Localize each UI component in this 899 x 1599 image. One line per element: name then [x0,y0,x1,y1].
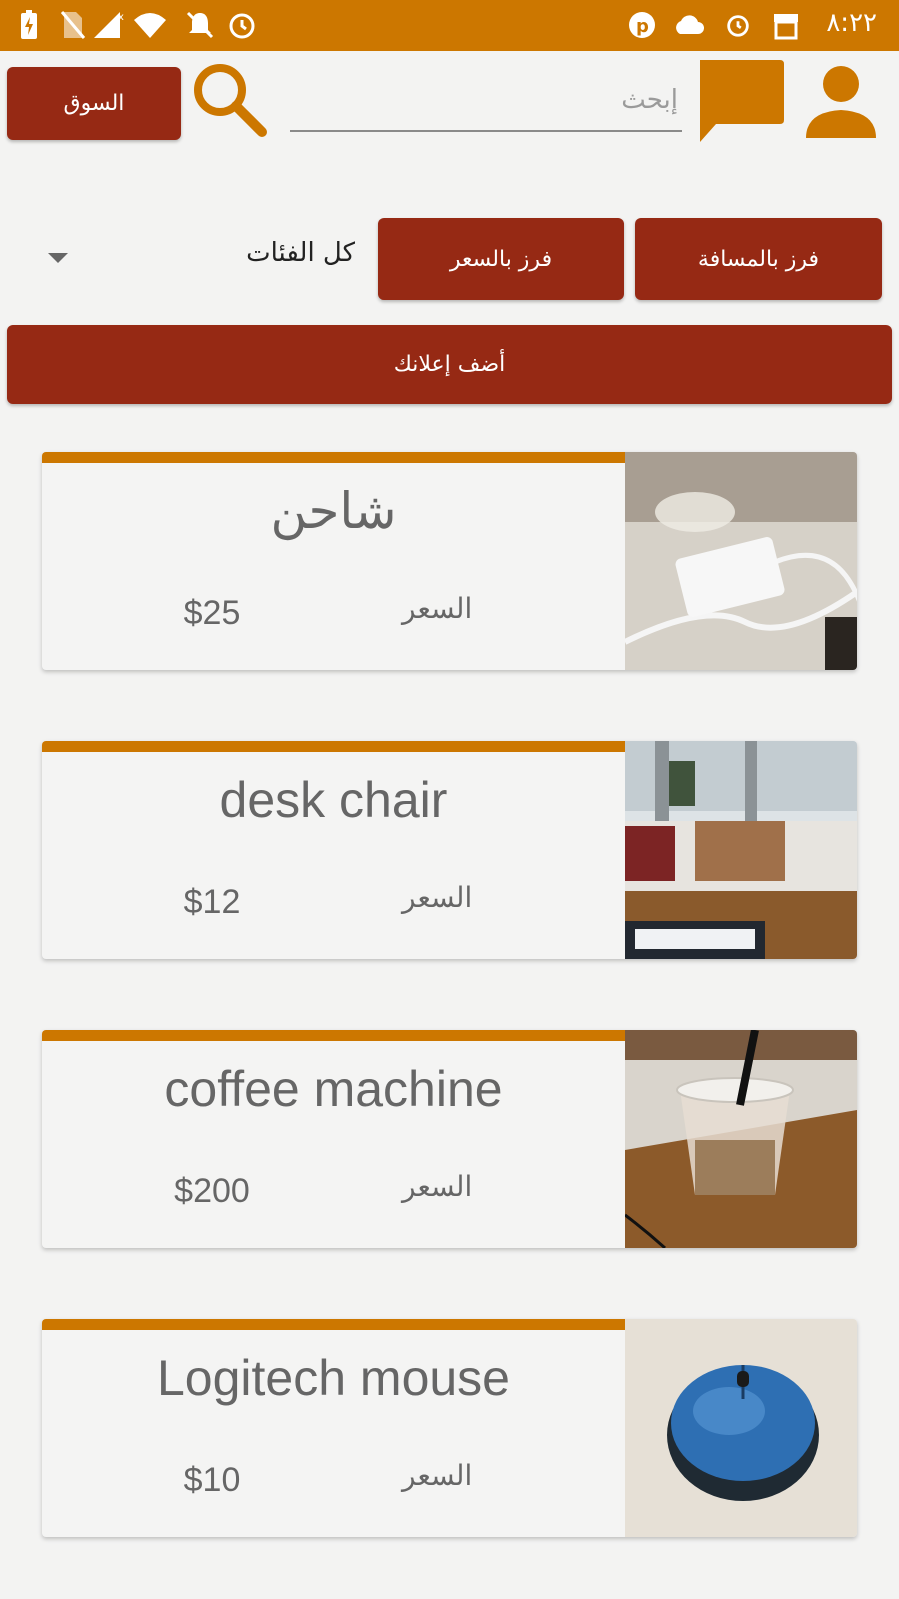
search-icon[interactable] [190,60,272,142]
price-label: السعر [402,881,473,914]
search-field[interactable] [290,70,682,132]
marketplace-screen: x p ٨:٢٢ السوق إبحث فرز بالمسافة فرز بال… [0,0,899,1599]
status-time: ٨:٢٢ [826,8,877,38]
add-ad-button[interactable]: أضف إعلانك [7,325,892,404]
status-bar: x p ٨:٢٢ [0,0,899,51]
listing-photo-desk-chair [625,741,857,959]
wifi-icon [134,13,166,38]
no-sim-icon [60,11,86,39]
cloud-icon [676,15,704,34]
listing-title: شاحن [270,483,397,539]
add-ad-label: أضف إعلانك [393,352,506,377]
price-value: $25 [183,594,241,632]
price-value: $10 [183,1461,241,1499]
price-label: السعر [402,1170,473,1203]
signal-icon: x [94,12,124,38]
battery-charging-icon [21,10,37,39]
card-accent-bar [42,452,625,463]
price-label: السعر [402,592,473,625]
listing-card[interactable]: desk chair السعر $12 [42,741,857,959]
sort-by-distance-button[interactable]: فرز بالمسافة [635,218,882,300]
listing-photo-coffee-cup [625,1030,857,1248]
listing-card[interactable]: شاحن السعر $25 [42,452,857,670]
price-value: $200 [174,1172,250,1210]
search-input[interactable] [290,70,682,130]
profile-icon[interactable] [802,62,880,142]
notifications-off-icon [186,11,214,39]
listing-photo-charger [625,452,857,670]
svg-text:x: x [118,12,124,23]
parking-app-icon: p [629,12,655,38]
sort-by-distance-label: فرز بالمسافة [697,246,820,272]
card-accent-bar [42,1030,625,1041]
sort-by-price-label: فرز بالسعر [449,246,553,272]
listing-title: coffee machine [164,1061,503,1117]
category-dropdown[interactable]: كل الفئات [40,232,360,284]
chat-icon[interactable] [694,56,786,148]
alarm-icon [229,13,255,39]
market-button[interactable]: السوق [7,67,181,140]
card-accent-bar [42,741,625,752]
price-label: السعر [402,1459,473,1492]
alarm-icon [727,15,749,37]
svg-text:p: p [636,16,649,37]
category-selected: كل الفئات [246,238,355,268]
price-value: $12 [183,883,241,921]
dropdown-arrow-icon [48,253,68,263]
listing-title: desk chair [219,772,448,828]
card-accent-bar [42,1319,625,1330]
market-button-label: السوق [63,91,125,116]
listing-card[interactable]: Logitech mouse السعر $10 [42,1319,857,1537]
sort-by-price-button[interactable]: فرز بالسعر [378,218,624,300]
listing-title: Logitech mouse [156,1350,510,1406]
listing-card[interactable]: coffee machine السعر $200 [42,1030,857,1248]
listing-photo-mouse [625,1319,857,1537]
store-icon [774,14,798,40]
